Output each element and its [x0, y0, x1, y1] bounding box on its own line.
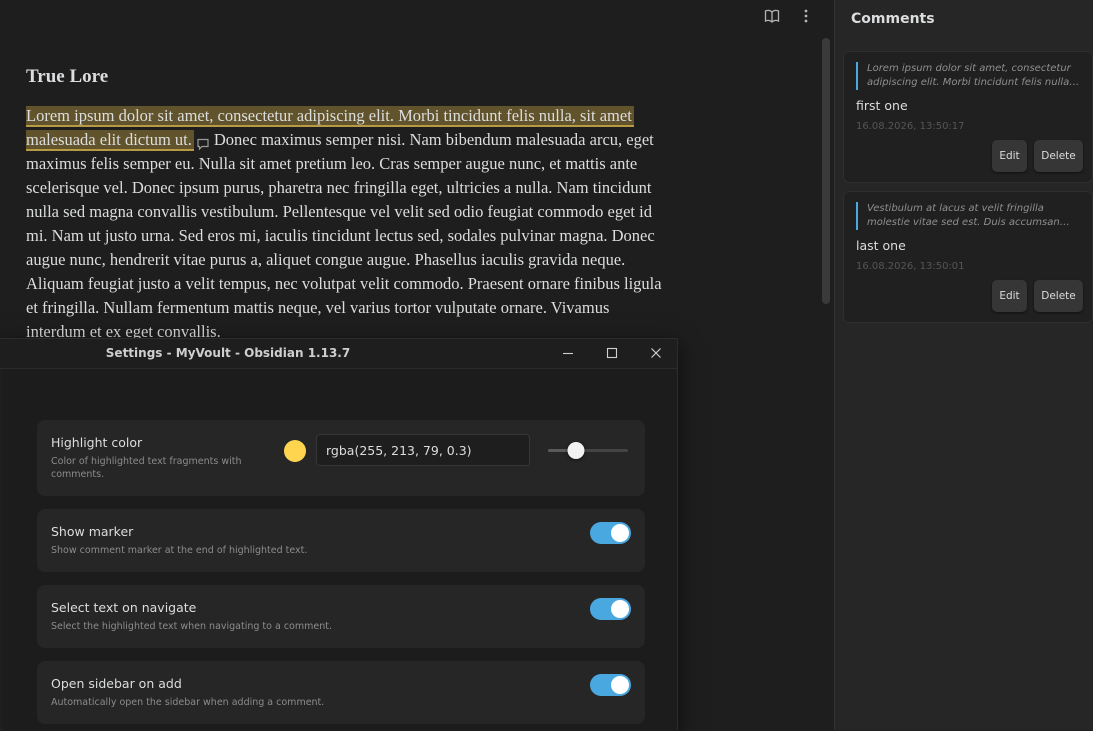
setting-description: Color of highlighted text fragments with…	[51, 456, 242, 480]
setting-highlight-color: Highlight color Color of highlighted tex…	[37, 420, 645, 496]
edit-comment-button[interactable]: Edit	[992, 140, 1027, 172]
settings-titlebar[interactable]: Settings - MyVoult - Obsidian 1.13.7	[0, 339, 677, 369]
comment-card[interactable]: Vestibulum at lacus at velit fringilla m…	[843, 191, 1093, 323]
comment-quote: Lorem ipsum dolor sit amet, consectetur …	[856, 62, 1082, 90]
slider-thumb[interactable]	[567, 442, 585, 459]
show-marker-toggle[interactable]	[590, 522, 631, 544]
edit-comment-button[interactable]: Edit	[992, 280, 1027, 312]
setting-description: Show comment marker at the end of highli…	[51, 545, 308, 556]
highlight-color-input[interactable]	[316, 434, 530, 466]
more-options-icon[interactable]	[796, 6, 816, 26]
maximize-icon[interactable]	[604, 345, 620, 361]
setting-description: Automatically open the sidebar when addi…	[51, 697, 325, 708]
comment-timestamp: 16.08.2026, 13:50:01	[856, 261, 965, 272]
toggle-knob	[611, 676, 629, 694]
note-body[interactable]: Lorem ipsum dolor sit amet, consectetur …	[26, 104, 666, 344]
sidebar-title: Comments	[851, 11, 935, 27]
setting-select-on-navigate: Select text on navigate Select the highl…	[37, 585, 645, 648]
comment-timestamp: 16.08.2026, 13:50:17	[856, 121, 965, 132]
minimize-icon[interactable]	[560, 345, 576, 361]
delete-comment-button[interactable]: Delete	[1034, 140, 1083, 172]
select-on-navigate-toggle[interactable]	[590, 598, 631, 620]
toggle-knob	[611, 600, 629, 618]
editor-actions	[762, 6, 816, 26]
setting-name: Highlight color	[51, 435, 143, 450]
toggle-knob	[611, 524, 629, 542]
comment-text: first one	[856, 98, 908, 113]
editor-scrollbar[interactable]	[822, 38, 830, 304]
open-sidebar-toggle[interactable]	[590, 674, 631, 696]
setting-description: Select the highlighted text when navigat…	[51, 621, 332, 632]
settings-window: Settings - MyVoult - Obsidian 1.13.7 Hig…	[0, 338, 678, 731]
comment-card[interactable]: Lorem ipsum dolor sit amet, consectetur …	[843, 51, 1093, 183]
window-title: Settings - MyVoult - Obsidian 1.13.7	[105, 346, 351, 360]
reading-view-icon[interactable]	[762, 6, 782, 26]
setting-name: Select text on navigate	[51, 600, 197, 615]
color-picker-swatch[interactable]	[284, 440, 306, 462]
opacity-slider[interactable]	[548, 442, 628, 459]
setting-name: Open sidebar on add	[51, 676, 182, 691]
comments-sidebar: Comments Lorem ipsum dolor sit amet, con…	[834, 0, 1093, 730]
settings-content: Highlight color Color of highlighted tex…	[3, 369, 677, 731]
delete-comment-button[interactable]: Delete	[1034, 280, 1083, 312]
setting-name: Show marker	[51, 524, 134, 539]
comment-text: last one	[856, 238, 906, 253]
comment-marker-icon[interactable]	[196, 134, 210, 151]
setting-show-marker: Show marker Show comment marker at the e…	[37, 509, 645, 572]
setting-open-sidebar: Open sidebar on add Automatically open t…	[37, 661, 645, 724]
note-title: True Lore	[26, 66, 109, 87]
note-body-text: Donec maximus semper nisi. Nam bibendum …	[26, 130, 662, 341]
comment-quote: Vestibulum at lacus at velit fringilla m…	[856, 202, 1082, 230]
close-icon[interactable]	[648, 345, 664, 361]
